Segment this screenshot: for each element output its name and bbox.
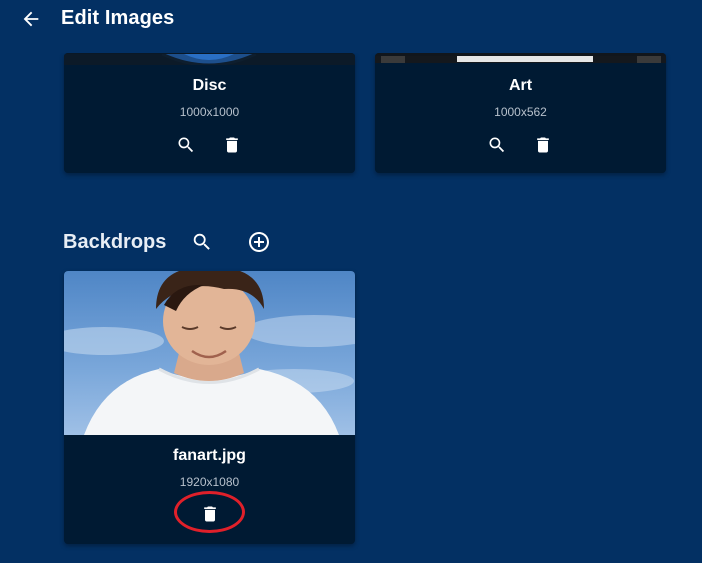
search-icon — [489, 137, 505, 153]
add-backdrop-button[interactable] — [246, 229, 272, 255]
header: Edit Images — [0, 0, 702, 40]
art-image — [375, 53, 666, 63]
search-image-button[interactable] — [484, 132, 510, 158]
search-backdrops-button[interactable] — [189, 229, 215, 255]
image-card-name: Art — [508, 77, 533, 94]
image-card-dims: 1000x562 — [494, 105, 547, 119]
trash-icon — [226, 137, 238, 153]
image-card-backdrop: fanart.jpg 1920x1080 — [64, 271, 355, 544]
delete-image-button[interactable] — [530, 132, 556, 158]
image-card-name: Disc — [192, 77, 227, 94]
section-title-backdrops: Backdrops — [63, 231, 167, 253]
delete-image-button[interactable] — [219, 132, 245, 158]
disc-image — [64, 53, 355, 65]
image-card-dims: 1000x1000 — [179, 105, 240, 119]
add-circle-icon — [249, 232, 269, 252]
image-card-art: Art 1000x562 — [375, 53, 666, 173]
trash-icon — [537, 137, 549, 153]
image-card-name: fanart.jpg — [173, 447, 246, 464]
search-icon — [193, 233, 210, 250]
backdrop-image[interactable] — [64, 271, 355, 435]
search-image-button[interactable] — [173, 132, 199, 158]
image-card-disc: Disc 1000x1000 — [64, 53, 355, 173]
edit-images-page: Edit Images Disc 1000x1000 Art 1000x562 … — [0, 0, 702, 563]
image-card-dims: 1920x1080 — [179, 475, 240, 489]
search-icon — [178, 137, 194, 153]
delete-image-button[interactable] — [197, 501, 223, 527]
arrow-left-icon — [23, 11, 39, 27]
trash-icon — [204, 506, 216, 522]
image-list[interactable]: Disc 1000x1000 Art 1000x562 Backdrops fa… — [0, 53, 702, 563]
page-title: Edit Images — [61, 7, 175, 29]
back-button[interactable] — [20, 8, 42, 30]
